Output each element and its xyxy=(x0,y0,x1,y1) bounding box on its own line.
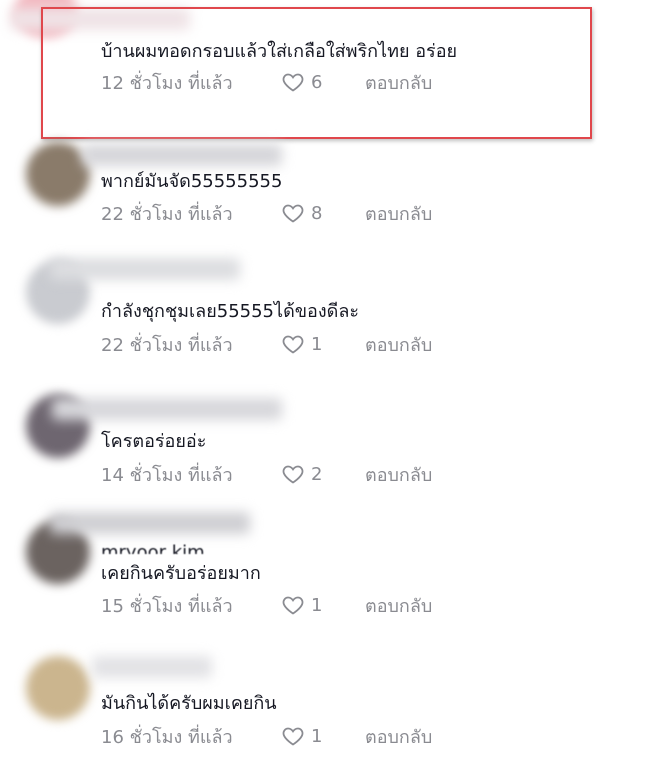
username-blurred[interactable] xyxy=(50,258,240,280)
heart-outline-icon xyxy=(282,73,304,92)
like-count: 1 xyxy=(311,333,323,355)
like-count: 6 xyxy=(311,71,323,93)
like-count: 1 xyxy=(311,594,323,616)
username-blurred[interactable] xyxy=(82,144,282,166)
comment-meta: 22 ชั่วโมง ที่แล้ว 1 ตอบกลับ xyxy=(101,331,432,357)
avatar[interactable] xyxy=(26,656,90,720)
comment-meta: 12 ชั่วโมง ที่แล้ว 6 ตอบกลับ xyxy=(101,69,432,95)
reply-button[interactable]: ตอบกลับ xyxy=(365,68,432,97)
heart-outline-icon xyxy=(282,727,304,746)
heart-outline-icon xyxy=(282,465,304,484)
comment-meta: 16 ชั่วโมง ที่แล้ว 1 ตอบกลับ xyxy=(101,723,432,749)
comment-text: มันกินได้ครับผมเคยกิน xyxy=(101,693,277,714)
username-blurred[interactable] xyxy=(50,512,250,534)
comment-meta: 14 ชั่วโมง ที่แล้ว 2 ตอบกลับ xyxy=(101,461,432,487)
username-partial[interactable]: mryoor kim xyxy=(101,542,205,554)
like-button[interactable]: 1 xyxy=(281,593,357,617)
heart-outline-icon xyxy=(282,204,304,223)
comment-time: 14 ชั่วโมง ที่แล้ว xyxy=(101,464,233,486)
like-button[interactable]: 2 xyxy=(281,462,357,486)
avatar[interactable] xyxy=(26,142,90,206)
comment-time: 22 ชั่วโมง ที่แล้ว xyxy=(101,334,233,356)
comment-time: 22 ชั่วโมง ที่แล้ว xyxy=(101,203,233,225)
like-button[interactable]: 1 xyxy=(281,332,357,356)
like-button[interactable]: 6 xyxy=(281,70,357,94)
comment-meta: 15 ชั่วโมง ที่แล้ว 1 ตอบกลับ xyxy=(101,592,432,618)
reply-button[interactable]: ตอบกลับ xyxy=(365,199,432,228)
heart-outline-icon xyxy=(282,335,304,354)
comment-time: 12 ชั่วโมง ที่แล้ว xyxy=(101,72,233,94)
comment-text: บ้านผมทอดกรอบแล้วใส่เกลือใส่พริกไทย อร่อ… xyxy=(101,41,458,62)
comment-text: โครตอร่อยอ่ะ xyxy=(101,431,207,452)
comment-text: กำลังชุกชุมเลย55555ได้ของดีละ xyxy=(101,301,360,322)
comment-meta: 22 ชั่วโมง ที่แล้ว 8 ตอบกลับ xyxy=(101,200,432,226)
reply-button[interactable]: ตอบกลับ xyxy=(365,722,432,751)
username-blurred[interactable] xyxy=(52,398,282,420)
reply-button[interactable]: ตอบกลับ xyxy=(365,460,432,489)
username-blurred[interactable] xyxy=(10,8,190,30)
reply-button[interactable]: ตอบกลับ xyxy=(365,591,432,620)
reply-button[interactable]: ตอบกลับ xyxy=(365,330,432,359)
username-blurred[interactable] xyxy=(92,656,212,678)
like-button[interactable]: 1 xyxy=(281,724,357,748)
like-count: 8 xyxy=(311,202,323,224)
comment-time: 15 ชั่วโมง ที่แล้ว xyxy=(101,595,233,617)
comment-time: 16 ชั่วโมง ที่แล้ว xyxy=(101,726,233,748)
like-count: 2 xyxy=(311,463,323,485)
like-count: 1 xyxy=(311,725,323,747)
comment-text: เคยกินครับอร่อยมาก xyxy=(101,563,261,584)
like-button[interactable]: 8 xyxy=(281,201,357,225)
heart-outline-icon xyxy=(282,596,304,615)
comment-text: พากย์มันจัด55555555 xyxy=(101,171,283,192)
